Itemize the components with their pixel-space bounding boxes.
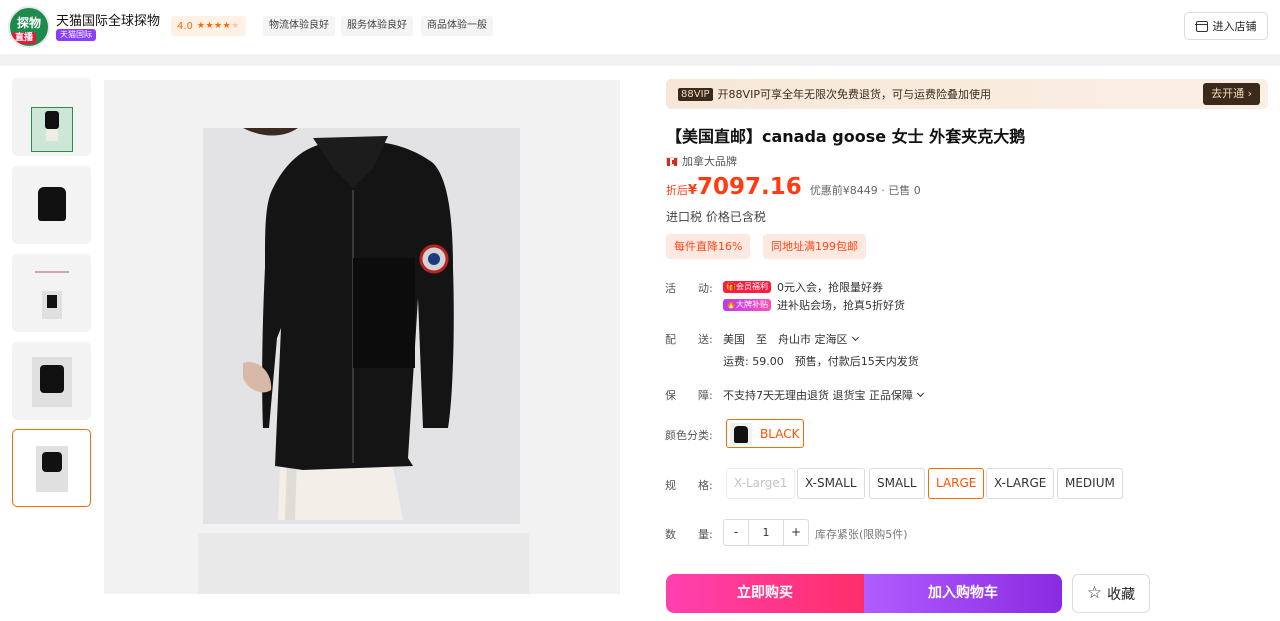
shop-logo[interactable]: 探物 直播 <box>8 6 50 48</box>
rating-value: 4.0 <box>177 20 193 32</box>
brand-subsidy-text: 进补贴会场，抢真5折好货 <box>776 299 905 312</box>
vip-badge: 88VIP <box>678 87 713 101</box>
thumbnail-5[interactable] <box>12 429 91 507</box>
shipping-fee: 运费: 59.00 预售，付款后15天内发货 <box>723 355 919 368</box>
guarantee-text: 不支持7天无理由退货 退货宝 正品保障 <box>723 389 913 402</box>
vip-open-button[interactable]: 去开通 › <box>1203 83 1260 105</box>
shop-logo-text: 探物 <box>16 16 41 30</box>
shipping-route[interactable]: 美国 至 舟山市 定海区 <box>723 331 859 347</box>
shop-name[interactable]: 天猫国际全球探物 <box>56 10 160 29</box>
favorite-button[interactable]: ☆ 收藏 <box>1072 574 1150 613</box>
thumbnail-1-skirt <box>45 129 58 141</box>
main-product-image[interactable] <box>104 80 620 594</box>
color-option-text: BLACK <box>760 426 800 441</box>
store-icon <box>1194 20 1208 32</box>
quantity-label: 数 量: <box>665 528 713 541</box>
thumbnail-3-heading <box>35 271 69 273</box>
vip-text: 开88VIP可享全年无限次免费退货，可与运费险叠加使用 <box>717 88 991 101</box>
thumbnail-3[interactable] <box>12 254 91 332</box>
quantity-stepper: - 1 + <box>723 519 809 546</box>
price-row: 折后 ¥ 7097.16 优惠前¥8449 · 已售 0 <box>666 174 921 200</box>
size-option-x-large1[interactable]: X-Large1 <box>726 468 796 499</box>
product-card: 88VIP 开88VIP可享全年无限次免费退货，可与运费险叠加使用 去开通 › … <box>0 66 1280 621</box>
favorite-label: 收藏 <box>1107 586 1136 603</box>
enter-shop-label: 进入店铺 <box>1212 20 1257 33</box>
shop-header: 探物 直播 天猫国际全球探物 天猫国际 4.0 ★★★★★ 物流体验良好 服务体… <box>0 0 1280 54</box>
member-benefit-text: 0元入会，抢限量好券 <box>776 281 883 294</box>
tax-note: 进口税 价格已含税 <box>666 210 766 224</box>
quantity-decrease-button[interactable]: - <box>724 520 748 545</box>
size-option-medium[interactable]: MEDIUM <box>1057 468 1123 499</box>
size-option-small[interactable]: SMALL <box>869 468 925 499</box>
thumbnail-2-jacket <box>37 187 66 221</box>
thumbnail-1-figure <box>44 111 59 129</box>
add-to-cart-button[interactable]: 加入购物车 <box>864 574 1062 613</box>
stock-note: 库存紧张(限购5件) <box>815 528 908 541</box>
guarantee-label: 保 障: <box>665 389 713 402</box>
original-price: 优惠前¥8449 · 已售 0 <box>809 184 921 197</box>
activity-subsidy[interactable]: 🔥大牌补贴 进补贴会场，抢真5折好货 <box>723 297 905 313</box>
canada-flag-icon <box>666 157 678 166</box>
brand-subsidy-tag: 🔥大牌补贴 <box>723 299 771 311</box>
live-badge: 直播 <box>12 32 37 44</box>
activity-label: 活 动: <box>665 282 713 295</box>
rating-stars-icon: ★★★★★ <box>196 21 240 31</box>
logistics-experience: 物流体验良好 <box>263 16 335 36</box>
shipping-label: 配 送: <box>665 333 713 346</box>
image-pedestal <box>198 533 529 594</box>
promo-free-shipping[interactable]: 同地址满199包邮 <box>763 234 866 259</box>
chevron-down-icon <box>916 389 925 398</box>
product-title: 【美国直邮】canada goose 女士 外套夹克大鹅 <box>666 127 1026 146</box>
chevron-down-icon <box>851 333 859 342</box>
size-option-x-large[interactable]: X-LARGE <box>986 468 1055 499</box>
vip-banner: 88VIP 开88VIP可享全年无限次免费退货，可与运费险叠加使用 去开通 › <box>666 79 1268 109</box>
size-option-x-small[interactable]: X-SMALL <box>797 468 865 499</box>
quantity-increase-button[interactable]: + <box>784 520 808 545</box>
shipping-route-text: 美国 至 舟山市 定海区 <box>723 333 848 346</box>
color-label: 颜色分类: <box>665 429 713 442</box>
guarantee-info[interactable]: 不支持7天无理由退货 退货宝 正品保障 <box>723 387 925 403</box>
star-icon: ☆ <box>1086 583 1103 603</box>
size-label: 规 格: <box>665 479 713 492</box>
size-option-large[interactable]: LARGE <box>928 468 985 499</box>
member-benefit-tag: 🎁会员福利 <box>723 281 771 293</box>
service-experience: 服务体验良好 <box>341 16 413 36</box>
product-experience: 商品体验一般 <box>421 16 493 36</box>
jacket-illustration <box>203 128 520 524</box>
color-option-black[interactable]: BLACK <box>726 419 804 448</box>
promo-discount[interactable]: 每件直降16% <box>666 234 751 259</box>
price-value: 7097.16 <box>697 174 802 200</box>
shop-rating: 4.0 ★★★★★ <box>171 16 246 36</box>
product-photo <box>203 128 520 524</box>
shop-tag: 天猫国际 <box>56 29 96 41</box>
brand-origin: 加拿大品牌 <box>666 153 737 169</box>
thumbnail-2[interactable] <box>12 166 91 244</box>
brand-origin-text: 加拿大品牌 <box>682 155 737 168</box>
quantity-input[interactable]: 1 <box>748 520 784 545</box>
price-prefix: 折后 <box>666 184 688 197</box>
activity-member[interactable]: 🎁会员福利 0元入会，抢限量好券 <box>723 279 883 295</box>
thumbnail-4-figure <box>39 365 64 393</box>
thumbnail-1[interactable] <box>12 78 91 156</box>
buy-now-button[interactable]: 立即购买 <box>666 574 864 613</box>
thumbnail-4[interactable] <box>12 342 91 420</box>
color-swatch <box>730 422 752 445</box>
thumbnail-3-figure <box>46 295 57 308</box>
thumbnail-5-figure <box>41 452 62 472</box>
enter-shop-button[interactable]: 进入店铺 <box>1184 12 1268 40</box>
price-currency: ¥ <box>688 183 698 198</box>
